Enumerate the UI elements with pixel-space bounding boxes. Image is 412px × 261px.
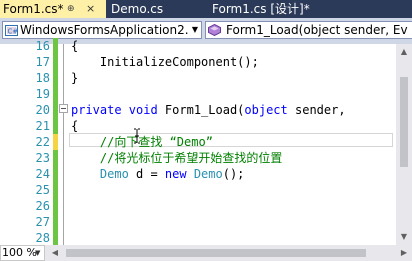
line-number: 19 <box>35 87 50 101</box>
document-tab-strip: Form1.cs* ⊕ × Demo.cs Form1.cs [设计]* <box>0 0 412 18</box>
line-number: 21 <box>35 119 50 133</box>
line-number: 18 <box>35 71 50 85</box>
line-number: 23 <box>35 151 50 165</box>
line-number: 27 <box>35 215 50 229</box>
code-line: 20 private void Form1_Load(object sender… <box>0 102 396 118</box>
line-number: 22 <box>35 135 50 149</box>
editor-bottom-bar: 100 % ▼ ◀ ▶ <box>0 245 412 261</box>
code-line: 25 <box>0 182 396 198</box>
tab-label: Form1.cs [设计]* <box>212 2 310 16</box>
code-text: { <box>71 39 79 53</box>
horizontal-scroll-thumb[interactable] <box>66 249 366 257</box>
chevron-down-icon[interactable]: ▼ <box>189 22 201 38</box>
change-marker <box>53 118 58 134</box>
code-line: 19 <box>0 86 396 102</box>
line-number: 20 <box>35 103 50 117</box>
change-marker <box>53 182 58 198</box>
change-marker <box>53 54 58 70</box>
line-number: 25 <box>35 183 50 197</box>
change-marker <box>53 198 58 214</box>
code-comment: //向下查找 “Demo” <box>71 135 213 149</box>
code-comment: //将光标位于希望开始查找的位置 <box>71 151 283 165</box>
csharp-project-icon: C# <box>5 25 19 36</box>
change-marker <box>53 166 58 182</box>
change-marker <box>53 150 58 166</box>
code-line: 24 Demo d = new Demo(); <box>0 166 396 182</box>
vertical-scrollbar[interactable]: ▲ ▼ <box>396 44 412 245</box>
class-dropdown[interactable]: C# WindowsFormsApplication2.F ▼ <box>2 21 202 39</box>
method-icon <box>208 24 221 36</box>
scroll-thumb[interactable] <box>400 77 408 167</box>
change-marker <box>53 38 58 54</box>
tab-form1-cs[interactable]: Form1.cs* ⊕ × <box>0 0 106 18</box>
code-line: 22 //向下查找 “Demo” <box>0 134 396 150</box>
line-number: 28 <box>35 231 50 245</box>
code-editor[interactable]: 16 { 17 InitializeComponent(); 18 } 19 2… <box>0 38 396 246</box>
code-text: Demo d = new Demo(); <box>71 167 245 181</box>
tab-label: Form1.cs* <box>3 2 64 16</box>
scroll-up-icon[interactable]: ▲ <box>396 44 412 60</box>
code-text: } <box>71 71 79 85</box>
line-number: 17 <box>35 55 50 69</box>
code-line: 18 } <box>0 70 396 86</box>
line-number: 16 <box>35 39 50 53</box>
code-line: 26 <box>0 198 396 214</box>
code-line: 28 <box>0 230 396 246</box>
scroll-left-icon[interactable]: ◀ <box>48 245 62 261</box>
change-marker <box>53 230 58 246</box>
class-dropdown-value: WindowsFormsApplication2.F <box>20 23 196 37</box>
tab-form1-designer[interactable]: Form1.cs [设计]* <box>210 0 410 18</box>
member-dropdown-value: Form1_Load(object sender, Ev <box>226 23 408 37</box>
code-line: 17 InitializeComponent(); <box>0 54 396 70</box>
line-number: 26 <box>35 199 50 213</box>
change-marker <box>53 102 58 118</box>
line-number: 24 <box>35 167 50 181</box>
pin-icon[interactable]: ⊕ <box>67 0 75 18</box>
code-text: private void Form1_Load(object sender, <box>71 103 346 117</box>
scroll-right-icon[interactable]: ▶ <box>396 245 412 261</box>
code-line: 16 { <box>0 38 396 54</box>
code-line: 21 { <box>0 118 396 134</box>
zoom-dropdown[interactable]: 100 % ▼ <box>0 245 45 261</box>
code-text: { <box>71 119 79 133</box>
tab-label: Demo.cs <box>111 2 164 16</box>
code-line: 23 //将光标位于希望开始查找的位置 <box>0 150 396 166</box>
close-icon[interactable]: × <box>86 0 95 18</box>
code-text: InitializeComponent(); <box>71 55 259 69</box>
change-marker <box>53 70 58 86</box>
change-marker <box>53 86 58 102</box>
svg-text:C#: C# <box>8 28 19 36</box>
change-marker <box>53 134 58 150</box>
chevron-down-icon[interactable]: ▼ <box>35 246 40 260</box>
member-dropdown[interactable]: Form1_Load(object sender, Ev ▼ <box>205 21 412 39</box>
scroll-down-icon[interactable]: ▼ <box>396 229 412 245</box>
zoom-level: 100 % <box>2 246 37 259</box>
change-marker <box>53 214 58 230</box>
code-line: 27 <box>0 214 396 230</box>
ibeam-cursor-icon <box>134 128 140 144</box>
tab-demo-cs[interactable]: Demo.cs <box>111 0 191 18</box>
